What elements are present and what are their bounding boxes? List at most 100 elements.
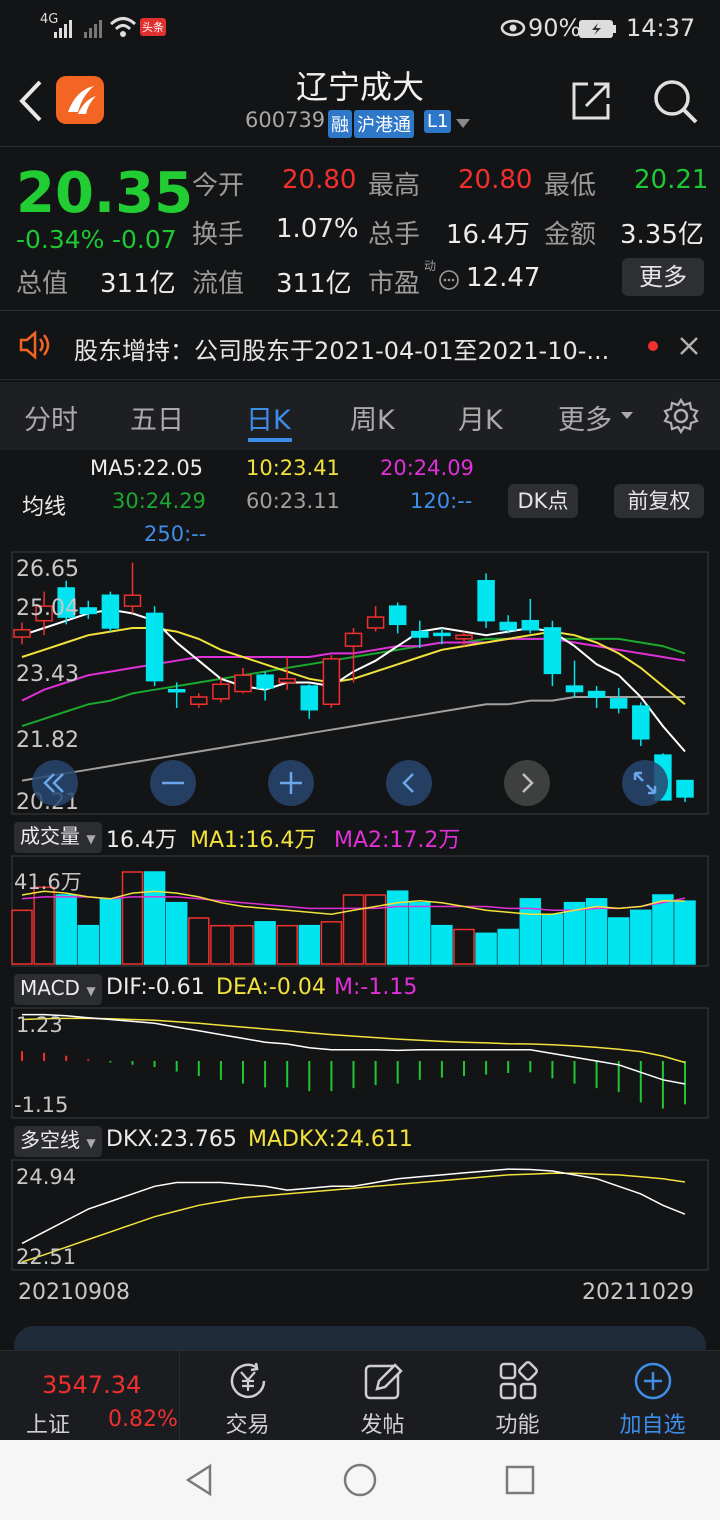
volume-bar — [55, 894, 77, 965]
pe-info-icon[interactable] — [438, 269, 460, 291]
add-watchlist-label: 加自选 — [619, 1413, 686, 1438]
candle-body — [366, 616, 385, 629]
volume-bar — [298, 924, 321, 965]
volume-selector[interactable]: 成交量 ▼ — [14, 822, 102, 853]
nav-home-icon[interactable] — [342, 1462, 378, 1498]
dkx-selector[interactable]: 多空线 ▼ — [14, 1126, 102, 1157]
post-label: 发帖 — [360, 1413, 405, 1438]
volume-value: 16.4万 — [106, 828, 177, 853]
candle-body — [234, 674, 252, 693]
tab-more-caret-icon — [621, 412, 633, 419]
tab-daily-k[interactable]: 日K — [246, 398, 291, 437]
ma60-line — [21, 696, 685, 782]
index-ticker[interactable]: 3547.34 上证 0.82% — [0, 1351, 180, 1441]
candle-body — [632, 705, 650, 740]
level-tag: L1 — [424, 110, 452, 133]
zoom-in-button[interactable] — [268, 760, 314, 806]
macd-selector[interactable]: MACD ▼ — [14, 974, 102, 1005]
eye-icon — [500, 19, 526, 37]
volume-bar — [453, 928, 475, 965]
dkx-value: DKX:23.765 — [106, 1127, 237, 1152]
candle-body — [565, 685, 584, 693]
dkx-selector-caret-icon: ▼ — [86, 1136, 96, 1150]
search-icon[interactable] — [650, 76, 700, 126]
volume-bar — [276, 924, 298, 965]
tab-intraday[interactable]: 分时 — [24, 398, 78, 437]
candle-body — [190, 696, 208, 706]
share-icon[interactable] — [568, 78, 614, 124]
pe-label: 市盈 — [368, 269, 421, 299]
candle-body — [344, 632, 363, 647]
post-button[interactable]: 发帖 — [315, 1351, 450, 1441]
zoom-out-button[interactable] — [150, 760, 196, 806]
macd-dea: DEA:-0.04 — [216, 975, 326, 1000]
volume-bar — [541, 913, 564, 965]
high-value: 20.80 — [458, 165, 533, 195]
price-axis-label: 21.82 — [16, 728, 79, 753]
scroll-start-button[interactable] — [32, 760, 78, 806]
candle-body — [499, 621, 517, 631]
plus-icon — [280, 772, 302, 794]
wifi-icon — [109, 17, 137, 37]
index-value: 3547.34 — [42, 1371, 142, 1399]
candle-body — [477, 579, 495, 622]
volume-bar — [431, 924, 453, 965]
high-label: 最高 — [368, 171, 421, 201]
candle-body — [676, 779, 694, 798]
macd-dea-line — [21, 1017, 686, 1064]
period-tabs: 分时 五日 日K 周K 月K 更多 — [0, 382, 720, 450]
dropdown-icon[interactable] — [454, 116, 472, 130]
volume-ma1: MA1:16.4万 — [190, 828, 317, 853]
status-bar: 4G 头条 90% 14:37 — [0, 0, 720, 56]
tab-more[interactable]: 更多 — [558, 398, 612, 437]
volume-axis-top: 41.6万 — [14, 870, 82, 894]
volume-selector-caret-icon: ▼ — [86, 832, 96, 846]
mktcap-value: 311亿 — [100, 269, 176, 299]
scroll-right-button[interactable] — [504, 760, 550, 806]
candle-body — [587, 690, 606, 698]
price-axis-label: 26.65 — [16, 557, 79, 582]
change-percent: -0.34% — [16, 225, 105, 254]
scroll-left-button[interactable] — [386, 760, 432, 806]
macd-axis-top: 1.23 — [16, 1013, 63, 1037]
tab-five-day[interactable]: 五日 — [130, 398, 184, 437]
candle-body — [411, 630, 429, 638]
speaker-icon — [19, 330, 50, 360]
add-watchlist-button[interactable]: 加自选 — [585, 1351, 720, 1441]
active-tab-indicator — [248, 438, 292, 442]
fullscreen-button[interactable] — [622, 760, 668, 806]
trade-button[interactable]: 交易 — [180, 1351, 315, 1441]
close-icon[interactable] — [678, 335, 700, 357]
candle-body — [79, 607, 98, 615]
volume-ma2: MA2:17.2万 — [334, 828, 461, 853]
low-value: 20.21 — [634, 165, 709, 195]
nav-recents-icon[interactable] — [502, 1462, 538, 1498]
volume-bar — [210, 924, 232, 965]
volume-label: 总手 — [368, 220, 421, 250]
candle-body — [521, 619, 540, 631]
volume-bar — [33, 886, 55, 965]
tab-monthly-k[interactable]: 月K — [458, 398, 503, 437]
volume-bar — [342, 894, 365, 965]
volume-bar — [652, 894, 674, 965]
macd-selector-label: MACD — [20, 976, 80, 1000]
volume-bar — [99, 898, 122, 965]
candle-body — [322, 658, 341, 706]
tab-weekly-k[interactable]: 周K — [350, 398, 395, 437]
settings-gear-icon[interactable] — [662, 397, 700, 435]
notice-banner[interactable]: 股东增持：公司股东于2021-04-01至2021-10-... — [0, 310, 720, 380]
candle-body — [13, 629, 31, 638]
volume-bar — [188, 917, 210, 965]
price-axis-label: 25.04 — [16, 596, 79, 621]
more-button[interactable]: 更多 — [622, 258, 704, 296]
macd-m: M:-1.15 — [334, 975, 418, 1000]
macd-dif: DIF:-0.61 — [106, 975, 205, 1000]
battery-percent: 90% — [528, 14, 582, 42]
turnover-label: 换手 — [192, 220, 245, 250]
function-button[interactable]: 功能 — [450, 1351, 585, 1441]
nav-back-icon[interactable] — [182, 1462, 218, 1498]
amount-label: 金额 — [544, 220, 597, 250]
margin-tag: 融 — [328, 110, 352, 138]
index-change: 0.82% — [108, 1407, 178, 1432]
index-name: 上证 — [26, 1413, 71, 1438]
